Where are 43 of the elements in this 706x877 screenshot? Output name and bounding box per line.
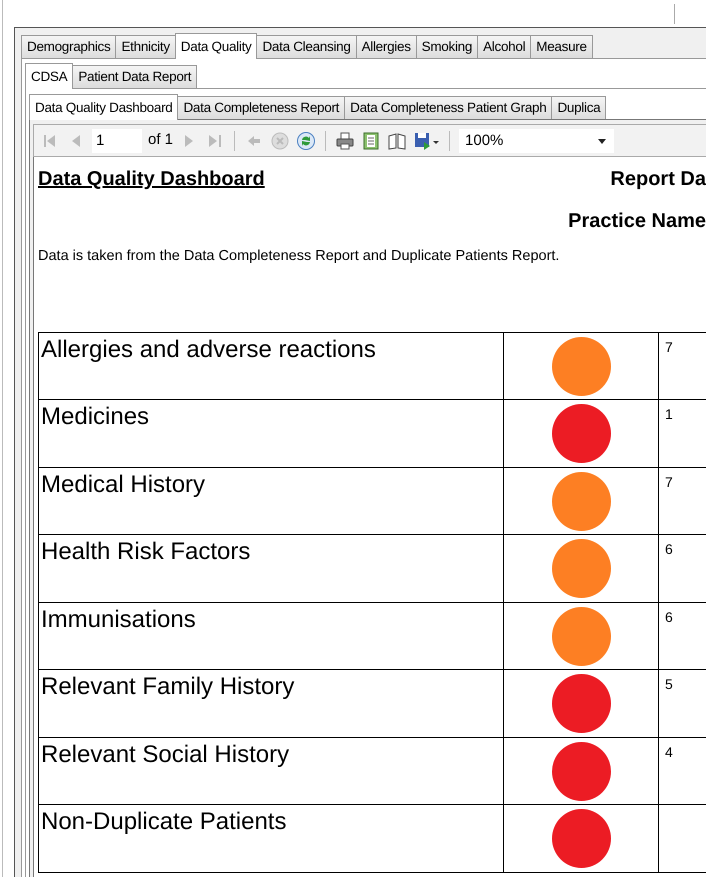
tab[interactable]: Data Completeness Patient Graph (344, 96, 552, 119)
report-description: Data is taken from the Data Completeness Report and Duplicate Patients Report. (38, 247, 560, 266)
refresh-icon[interactable] (296, 130, 316, 150)
table-cell: Non-Duplicate Patients (38, 805, 504, 872)
table-cell: 1 (665, 406, 673, 422)
table-cell: Relevant Family History (38, 670, 504, 737)
tab[interactable]: Patient Data Report (72, 65, 198, 88)
table-cell: Health Risk Factors (38, 535, 504, 602)
table-cell: 7 (665, 474, 673, 490)
table-cell: 5 (665, 676, 673, 692)
report-title: Data Quality Dashboard (38, 167, 265, 192)
table-cell: Medicines (38, 400, 504, 467)
tab[interactable]: CDSA (25, 63, 74, 89)
table-cell: 7 (665, 338, 673, 355)
tab[interactable]: Smoking (416, 35, 478, 58)
table-cell: Relevant Social History (38, 738, 504, 804)
table-cell: Allergies and adverse reactions (38, 332, 504, 400)
tab[interactable]: Data Cleansing (256, 35, 357, 58)
stop-icon[interactable] (270, 130, 290, 150)
tab[interactable]: Demographics (21, 35, 116, 58)
tab[interactable]: Duplica (551, 96, 606, 119)
tab[interactable]: Data Completeness Report (177, 96, 346, 119)
table-cell: Medical History (38, 468, 504, 534)
page-count: of 1 (148, 130, 174, 150)
save-dropdown-icon[interactable] (413, 130, 440, 150)
page-number-field[interactable]: 1 (92, 128, 142, 152)
tab[interactable]: Data Quality (174, 33, 258, 59)
zoom-select[interactable]: 100% (459, 128, 614, 152)
report-date-label: Report Da (610, 167, 706, 192)
tab[interactable]: Data Quality Dashboard (29, 94, 178, 120)
page-setup-icon[interactable] (387, 130, 408, 150)
table-cell: 6 (665, 541, 673, 558)
table-cell: 4 (665, 744, 673, 760)
table-cell: 6 (665, 608, 673, 625)
page-layout-icon[interactable] (361, 130, 382, 150)
tab[interactable]: Ethnicity (115, 35, 176, 58)
caret-icon (598, 138, 606, 144)
table-cell: Immunisations (38, 602, 504, 670)
printer-icon[interactable] (335, 130, 356, 150)
tab[interactable]: Allergies (356, 35, 417, 58)
tab[interactable]: Measure (530, 35, 593, 58)
practice-name-label: Practice Name (568, 209, 706, 234)
tab[interactable]: Alcohol (477, 35, 532, 58)
